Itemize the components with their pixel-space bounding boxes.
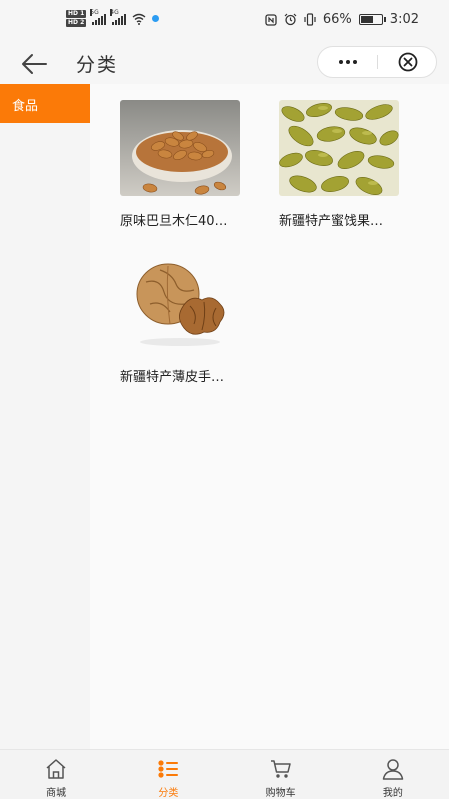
nav-header: 分类 xyxy=(0,44,449,84)
net2-label: 4G xyxy=(110,8,119,16)
tab-label: 分类 xyxy=(158,788,179,799)
tab-mine[interactable]: 我的 xyxy=(337,750,449,799)
battery-percent: 66% xyxy=(322,12,352,27)
status-right: 66% 3:02 xyxy=(265,12,419,27)
vibrate-icon xyxy=(304,13,316,26)
signal-4g-icon: 4G xyxy=(110,8,127,25)
walnuts-image xyxy=(120,256,240,352)
product-grid: 原味巴旦木仁40… 新疆特产蜜饯果… 新疆特产薄皮手… xyxy=(90,84,449,749)
close-circle-icon xyxy=(398,52,417,72)
raisins-image xyxy=(279,100,399,196)
category-sidebar: 食品 xyxy=(0,84,90,749)
status-left: HD 1 HD 2 5G 4G xyxy=(66,8,160,27)
tab-label: 我的 xyxy=(382,788,403,799)
product-card[interactable]: 新疆特产蜜饯果… xyxy=(279,100,409,229)
tab-label: 购物车 xyxy=(265,788,296,799)
tab-cart[interactable]: 购物车 xyxy=(225,750,337,799)
net1-label: 5G xyxy=(90,8,99,16)
cart-icon xyxy=(270,760,291,778)
sidebar-item-label: 食品 xyxy=(12,99,39,114)
tab-label: 商城 xyxy=(46,788,67,799)
battery-fill xyxy=(360,16,374,23)
category-icon xyxy=(158,760,179,778)
product-card[interactable]: 新疆特产薄皮手… xyxy=(120,256,250,385)
page-title: 分类 xyxy=(76,54,119,76)
wifi-icon xyxy=(132,13,146,25)
almonds-image xyxy=(120,100,240,196)
nfc-icon xyxy=(265,13,277,26)
product-name: 原味巴旦木仁40… xyxy=(120,214,228,229)
alarm-icon xyxy=(284,13,297,26)
more-button[interactable] xyxy=(318,47,377,77)
product-card[interactable]: 原味巴旦木仁40… xyxy=(120,100,250,229)
more-dot xyxy=(338,60,343,64)
hd-badges: HD 1 HD 2 xyxy=(66,10,87,27)
back-button[interactable] xyxy=(18,50,54,78)
signal-5g-icon: 5G xyxy=(90,8,107,25)
bottom-tab-bar: 商城 分类 购物车 我的 xyxy=(0,749,449,799)
sidebar-item-food[interactable]: 食品 xyxy=(0,84,90,123)
shield-icon xyxy=(152,15,160,22)
more-dot xyxy=(352,60,357,64)
tab-mall[interactable]: 商城 xyxy=(0,750,112,799)
arrow-left-icon xyxy=(22,54,47,74)
battery-icon xyxy=(358,14,386,25)
home-icon xyxy=(46,759,66,779)
hd2-badge: HD 2 xyxy=(66,19,87,27)
user-icon xyxy=(382,759,404,780)
hd1-badge: HD 1 xyxy=(66,10,87,18)
tab-category[interactable]: 分类 xyxy=(112,750,224,799)
clock: 3:02 xyxy=(389,12,419,27)
mini-program-capsule xyxy=(317,46,437,78)
product-name: 新疆特产蜜饯果… xyxy=(279,214,384,229)
status-bar: HD 1 HD 2 5G 4G 66% 3:02 xyxy=(0,0,449,44)
close-button[interactable] xyxy=(378,47,437,77)
more-dot xyxy=(345,60,350,64)
product-name: 新疆特产薄皮手… xyxy=(120,370,225,385)
